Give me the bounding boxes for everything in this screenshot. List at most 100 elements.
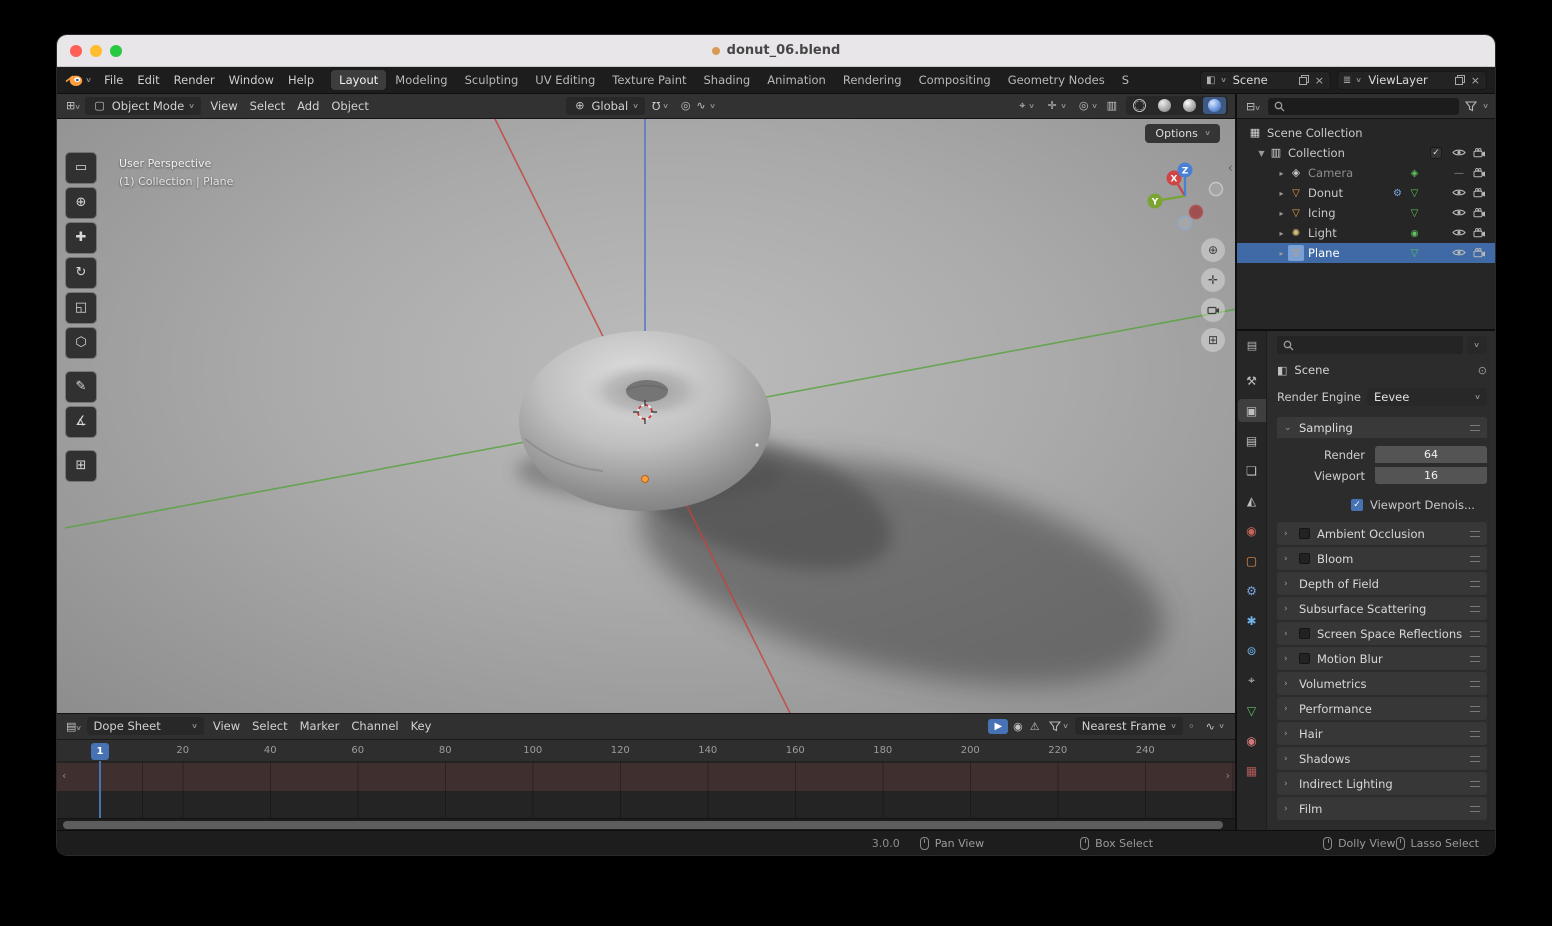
workspace-tab[interactable]: Animation	[759, 70, 834, 90]
blender-menu-button[interactable]: ∨	[65, 74, 92, 87]
panel-grip-icon[interactable]	[1470, 530, 1480, 537]
shading-material-button[interactable]	[1178, 97, 1201, 114]
properties-tab[interactable]	[1238, 699, 1266, 722]
tool-button[interactable]	[66, 152, 96, 183]
expander-icon[interactable]: ▸	[1275, 189, 1288, 198]
editor-type-properties-icon[interactable]: ▤	[1237, 339, 1267, 352]
section-checkbox[interactable]	[1299, 628, 1310, 639]
shading-rendered-button[interactable]	[1203, 97, 1226, 115]
xray-toggle[interactable]: ▥	[1105, 99, 1119, 112]
sampling-panel-header[interactable]: ⌄ Sampling	[1277, 417, 1487, 438]
snap-toggle[interactable]: Ω ∨	[648, 97, 672, 114]
render-engine-dropdown[interactable]: Eevee ∨	[1367, 388, 1487, 406]
pan-view-button[interactable]: ✛	[1201, 267, 1225, 292]
panel-grip-icon[interactable]	[1470, 580, 1480, 587]
props-section-header[interactable]: › Indirect Lighting	[1277, 772, 1487, 795]
disable-in-renders-toggle[interactable]	[1469, 148, 1489, 158]
scrollbar-thumb[interactable]	[63, 821, 1223, 830]
3d-viewport[interactable]: User Perspective (1) Collection | Plane …	[57, 118, 1235, 713]
mode-dropdown[interactable]: ▢ Object Mode ∨	[85, 96, 202, 115]
filter-funnel-icon[interactable]	[1464, 100, 1477, 112]
props-section-header[interactable]: › Volumetrics	[1277, 672, 1487, 695]
minimize-window-button[interactable]	[90, 44, 102, 57]
workspace-tab[interactable]: UV Editing	[527, 70, 603, 90]
proportional-toggle[interactable]: ◦	[1186, 720, 1197, 733]
hide-in-viewport-toggle[interactable]: —	[1449, 246, 1469, 260]
scene-selector[interactable]: ◧ ∨ Scene ×	[1200, 70, 1331, 90]
scroll-left-arrow-icon[interactable]: ‹	[62, 769, 66, 782]
topbar-menu-item[interactable]: Help	[281, 70, 321, 90]
timeline-scrollbar[interactable]	[57, 818, 1235, 830]
panel-grip-icon[interactable]	[1470, 605, 1480, 612]
viewport-denoising-checkbox[interactable]	[1351, 499, 1363, 511]
current-frame-indicator[interactable]: 1	[91, 742, 109, 760]
workspace-tab[interactable]: Shading	[696, 70, 759, 90]
topbar-menu-item[interactable]: Render	[167, 70, 222, 90]
disable-in-renders-toggle[interactable]	[1469, 188, 1489, 198]
props-section-header[interactable]: › Shadows	[1277, 747, 1487, 770]
disable-in-renders-toggle[interactable]	[1469, 168, 1489, 178]
workspace-tab[interactable]: Modeling	[387, 70, 455, 90]
tool-button[interactable]	[66, 187, 96, 218]
toggle-orthographic-button[interactable]: ⊞	[1201, 327, 1225, 352]
outliner-row[interactable]: ▸ Light	[1237, 223, 1495, 243]
panel-grip-icon[interactable]	[1470, 805, 1480, 812]
show-hidden-toggle[interactable]: ◉	[1011, 720, 1025, 733]
editor-type-dope-sheet-icon[interactable]: ▤∨	[64, 720, 84, 733]
properties-tab[interactable]	[1238, 519, 1266, 542]
tool-button[interactable]	[66, 257, 96, 288]
outliner-row[interactable]: ▸ Camera	[1237, 163, 1495, 183]
workspace-tab[interactable]: Sculpting	[457, 70, 527, 90]
properties-tab[interactable]	[1238, 489, 1266, 512]
tool-button[interactable]	[66, 222, 96, 253]
panel-grip-icon[interactable]	[1470, 755, 1480, 762]
workspace-tab[interactable]: Compositing	[911, 70, 999, 90]
transform-orientation-dropdown[interactable]: ⊕ Global ∨	[566, 96, 646, 115]
object-visibility-dropdown[interactable]: ⌖ ∨	[1013, 97, 1038, 115]
timeline-menu-item[interactable]: View	[207, 716, 246, 736]
props-section-header[interactable]: › Ambient Occlusion	[1277, 522, 1487, 545]
disable-in-renders-toggle[interactable]	[1469, 248, 1489, 258]
expander-icon[interactable]: ▸	[1275, 169, 1288, 178]
panel-grip-icon[interactable]	[1470, 655, 1480, 662]
sampling-value-field[interactable]: 64	[1375, 446, 1487, 463]
tool-button[interactable]	[66, 406, 96, 437]
properties-tab[interactable]	[1238, 759, 1266, 782]
properties-tab[interactable]	[1238, 549, 1266, 572]
properties-options-dropdown[interactable]: ∨	[1467, 336, 1487, 354]
tool-button[interactable]	[66, 327, 96, 358]
editor-type-outliner-icon[interactable]: ⊟∨	[1244, 100, 1262, 113]
close-window-button[interactable]	[70, 44, 82, 57]
zoom-view-button[interactable]: ⊕	[1201, 237, 1225, 262]
dope-sheet-mode-dropdown[interactable]: Dope Sheet ∨	[86, 717, 204, 736]
topbar-menu-item[interactable]: Edit	[130, 70, 166, 90]
workspace-tab[interactable]: Geometry Nodes	[1000, 70, 1113, 90]
outliner-row-scene-collection[interactable]: Scene Collection	[1237, 123, 1495, 143]
section-checkbox[interactable]	[1299, 653, 1310, 664]
panel-grip-icon[interactable]	[1470, 705, 1480, 712]
hide-in-viewport-toggle[interactable]: —	[1449, 226, 1469, 240]
timeline-menu-item[interactable]: Key	[405, 716, 438, 736]
hide-in-viewport-toggle[interactable]: —	[1449, 206, 1469, 220]
gizmos-dropdown[interactable]: ✛ ∨	[1042, 97, 1070, 114]
tool-button[interactable]	[66, 450, 96, 481]
panel-grip-icon[interactable]	[1470, 680, 1480, 687]
properties-tab[interactable]	[1238, 579, 1266, 602]
topbar-menu-item[interactable]: Window	[222, 70, 281, 90]
falloff-dropdown[interactable]: ∿ ∨	[1200, 718, 1228, 735]
overlays-dropdown[interactable]: ◎ ∨	[1073, 97, 1102, 114]
new-viewlayer-icon[interactable]	[1454, 75, 1465, 85]
tool-button[interactable]	[66, 292, 96, 323]
props-section-header[interactable]: › Film	[1277, 797, 1487, 820]
outliner-row[interactable]: ▼ Collection	[1237, 143, 1495, 163]
props-section-header[interactable]: › Depth of Field	[1277, 572, 1487, 595]
disable-in-renders-toggle[interactable]	[1469, 228, 1489, 238]
tool-button[interactable]	[66, 371, 96, 402]
outliner-search-input[interactable]	[1268, 97, 1459, 115]
gizmo-negative-y-ball[interactable]	[1188, 204, 1204, 219]
panel-grip-icon[interactable]	[1470, 780, 1480, 787]
snap-mode-dropdown[interactable]: Nearest Frame ∨	[1074, 717, 1184, 736]
timeline-menu-item[interactable]: Marker	[294, 716, 346, 736]
camera-view-button[interactable]	[1201, 297, 1225, 322]
section-checkbox[interactable]	[1299, 553, 1310, 564]
